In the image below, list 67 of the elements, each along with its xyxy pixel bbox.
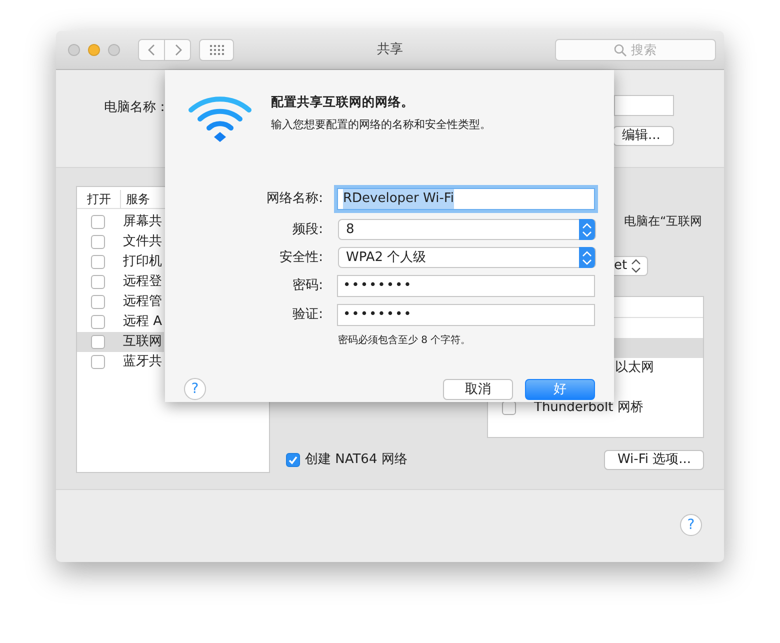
service-name: 文件共	[123, 233, 162, 252]
back-icon	[148, 44, 156, 56]
service-name: 远程 A	[123, 313, 162, 332]
close-button[interactable]	[68, 44, 80, 56]
edit-button[interactable]: 编辑...	[613, 126, 674, 146]
minimize-button[interactable]	[88, 44, 100, 56]
checkbox[interactable]	[91, 215, 105, 229]
service-row[interactable]: 互联网	[77, 332, 164, 352]
checkbox[interactable]	[91, 335, 105, 349]
service-row[interactable]: 屏幕共	[77, 212, 164, 232]
column-header: 服务	[125, 191, 150, 208]
service-name: 蓝牙共	[123, 353, 162, 372]
input-field[interactable]: RDeveloper Wi-Fi	[337, 188, 595, 210]
stepper-icon	[582, 250, 592, 264]
computer-name-label: 电脑名称：	[104, 99, 169, 117]
window-title: 共享	[377, 41, 403, 60]
checkbox[interactable]	[286, 453, 300, 467]
service-row[interactable]: 远程管	[77, 292, 164, 312]
service-name: 互联网	[123, 333, 162, 352]
wifi-icon	[188, 96, 252, 144]
forward-icon	[174, 44, 182, 56]
port-name: Thunderbolt 网桥	[534, 399, 644, 418]
popup-button[interactable]: 8	[338, 219, 596, 240]
computer-name-field[interactable]	[614, 95, 674, 116]
interface-popup[interactable]: et	[614, 256, 648, 276]
service-row[interactable]: 远程 A	[77, 312, 164, 332]
service-name: 打印机	[123, 253, 162, 272]
checkbox[interactable]	[502, 401, 516, 415]
service-row[interactable]: 文件共	[77, 232, 164, 252]
forward-button[interactable]	[165, 39, 191, 61]
sheet-subtitle: 输入您想要配置的网络的名称和安全性类型。	[271, 116, 491, 133]
show-all-button[interactable]	[199, 39, 234, 61]
field-label: 网络名称:	[266, 190, 324, 208]
port-name: 以太网	[615, 359, 654, 378]
service-name: 屏幕共	[123, 213, 162, 232]
check-icon	[287, 454, 299, 466]
stepper-icon	[582, 222, 592, 236]
checkbox[interactable]	[91, 235, 105, 249]
checkbox-label: 创建 NAT64 网络	[305, 451, 408, 470]
search-icon	[614, 44, 627, 56]
stepper-icon	[631, 259, 642, 273]
description-text: 电脑在“互联网	[624, 213, 703, 230]
checkbox[interactable]	[91, 275, 105, 289]
service-row[interactable]: 蓝牙共	[77, 352, 164, 372]
service-name: 远程登	[123, 273, 162, 292]
password-field[interactable]: ••••••••	[337, 275, 595, 297]
service-row[interactable]: 打印机	[77, 252, 164, 272]
checkbox[interactable]	[91, 255, 105, 269]
wifi-options-button[interactable]: Wi-Fi 选项...	[604, 450, 704, 470]
back-button[interactable]	[138, 39, 165, 61]
field-label: 验证:	[292, 306, 324, 324]
checkbox[interactable]	[91, 315, 105, 329]
zoom-button[interactable]	[108, 44, 120, 56]
cancel-button[interactable]: 取消	[443, 378, 513, 400]
field-label: 安全性:	[278, 248, 324, 267]
service-name: 远程管	[123, 293, 162, 312]
service-row[interactable]: 远程登	[77, 272, 164, 292]
hint-text: 密码必须包含至少 8 个字符。	[338, 334, 472, 348]
column-header: 打开	[77, 190, 121, 208]
grid-icon	[210, 45, 224, 55]
field-label: 密码:	[292, 277, 324, 296]
sheet-title: 配置共享互联网的网络。	[271, 93, 415, 111]
field-label: 频段:	[292, 220, 324, 239]
checkbox[interactable]	[91, 355, 105, 369]
popup-button[interactable]: WPA2 个人级	[338, 247, 596, 268]
checkbox[interactable]	[91, 295, 105, 309]
password-field[interactable]: ••••••••	[337, 304, 595, 326]
